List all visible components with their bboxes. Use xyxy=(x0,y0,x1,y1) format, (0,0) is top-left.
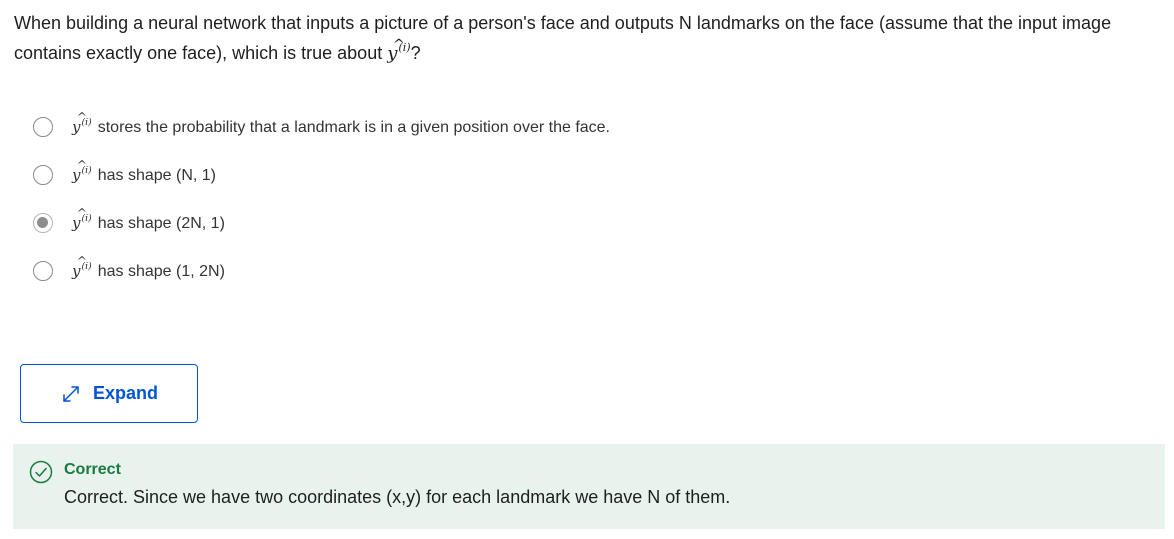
option-2-text: has shape (N, 1) xyxy=(97,166,216,184)
question-text: When building a neural network that inpu… xyxy=(14,8,1164,69)
answer-options: ^ y(i) stores the probability that a land… xyxy=(33,103,933,295)
check-circle-icon xyxy=(29,460,53,484)
option-1-text: stores the probability that a landmark i… xyxy=(97,118,610,136)
math-hat: ^ xyxy=(392,37,405,54)
expand-button[interactable]: Expand xyxy=(20,364,198,423)
feedback-panel: Correct Correct. Since we have two coord… xyxy=(13,444,1165,529)
math-hat: ^ xyxy=(76,206,87,221)
option-4-label: ^ y(i) has shape (1, 2N) xyxy=(72,254,225,281)
option-1-math: ^ y(i) xyxy=(72,110,92,135)
option-2-label: ^ y(i) has shape (N, 1) xyxy=(72,158,216,185)
option-4-math: ^ y(i) xyxy=(72,254,92,279)
math-hat: ^ xyxy=(76,110,87,125)
option-1[interactable]: ^ y(i) stores the probability that a land… xyxy=(33,103,933,151)
option-3-math: ^ y(i) xyxy=(72,206,92,231)
expand-button-label: Expand xyxy=(92,383,158,403)
expand-arrows-icon xyxy=(63,385,79,402)
option-3-label: ^ y(i) has shape (2N, 1) xyxy=(72,206,225,233)
option-2-math: ^ y(i) xyxy=(72,158,92,183)
radio-button-1[interactable] xyxy=(33,117,53,137)
option-1-label: ^ y(i) stores the probability that a land… xyxy=(72,110,610,137)
math-hat: ^ xyxy=(76,158,87,173)
radio-button-4[interactable] xyxy=(33,261,53,281)
feedback-text: Correct. Since we have two coordinates (… xyxy=(64,487,731,507)
math-hat: ^ xyxy=(76,254,87,269)
question-text-after: ? xyxy=(410,43,421,63)
question-math-yhat: ^ y(i) xyxy=(387,37,410,69)
option-4[interactable]: ^ y(i) has shape (1, 2N) xyxy=(33,247,933,295)
option-2[interactable]: ^ y(i) has shape (N, 1) xyxy=(33,151,933,199)
radio-button-3-selected[interactable] xyxy=(33,213,53,233)
feedback-title: Correct xyxy=(64,461,121,478)
option-3[interactable]: ^ y(i) has shape (2N, 1) xyxy=(33,199,933,247)
option-3-text: has shape (2N, 1) xyxy=(97,214,225,232)
question-text-before: When building a neural network that inpu… xyxy=(14,13,1112,63)
option-4-text: has shape (1, 2N) xyxy=(97,262,225,280)
radio-button-2[interactable] xyxy=(33,165,53,185)
